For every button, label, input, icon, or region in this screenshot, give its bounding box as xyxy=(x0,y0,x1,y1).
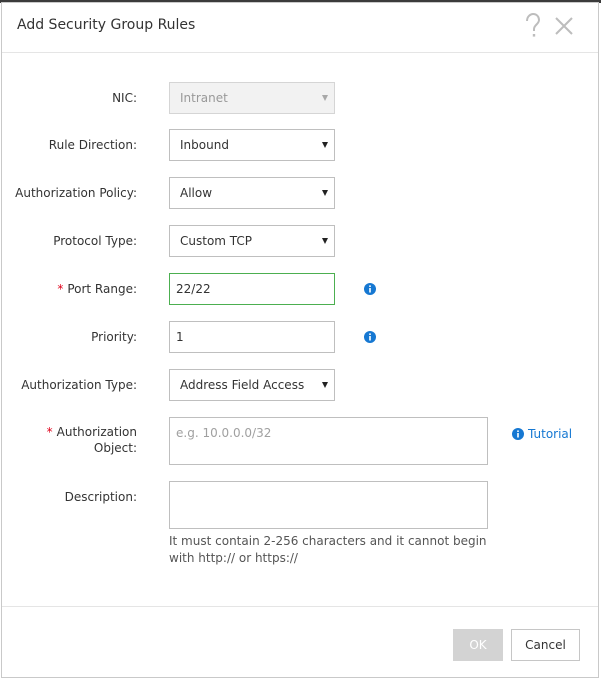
authorization-type-value: Address Field Access xyxy=(180,378,305,392)
nic-select: Intranet xyxy=(169,82,335,114)
authorization-policy-value: Allow xyxy=(180,186,213,200)
info-icon[interactable] xyxy=(364,331,376,343)
authorization-policy-select[interactable]: Allow xyxy=(169,177,335,209)
dialog-title: Add Security Group Rules xyxy=(17,17,196,33)
required-asterisk: * xyxy=(57,282,64,296)
info-icon xyxy=(512,428,524,440)
dialog-footer: OK Cancel xyxy=(2,606,598,679)
question-mark-icon[interactable] xyxy=(522,12,544,40)
priority-input[interactable]: 1 xyxy=(169,321,335,353)
port-range-value: 22/22 xyxy=(176,282,211,296)
nic-select-value: Intranet xyxy=(180,91,228,105)
priority-label: Priority: xyxy=(91,330,137,344)
description-hint: It must contain 2-256 characters and it … xyxy=(169,534,487,565)
description-label: Description: xyxy=(64,490,137,504)
rule-direction-label: Rule Direction: xyxy=(48,138,137,152)
tutorial-label: Tutorial xyxy=(528,427,573,441)
authorization-object-label-line2: Object: xyxy=(93,441,137,455)
authorization-object-label-line1: Authorization xyxy=(56,425,137,439)
port-range-label: Port Range: xyxy=(67,282,137,296)
authorization-type-select[interactable]: Address Field Access xyxy=(169,369,335,401)
cancel-button[interactable]: Cancel xyxy=(511,629,580,661)
rule-direction-value: Inbound xyxy=(180,138,229,152)
close-icon[interactable] xyxy=(554,16,574,36)
info-icon[interactable] xyxy=(364,283,376,295)
add-security-group-rules-dialog: Add Security Group Rules NIC: Intranet R… xyxy=(1,2,599,678)
authorization-type-label: Authorization Type: xyxy=(21,378,137,392)
description-textarea[interactable] xyxy=(169,481,488,529)
authorization-object-textarea[interactable]: e.g. 10.0.0.0/32 xyxy=(169,417,488,465)
port-range-input[interactable]: 22/22 xyxy=(169,273,335,305)
chevron-down-icon xyxy=(322,142,328,148)
nic-label: NIC: xyxy=(112,91,137,105)
protocol-type-select[interactable]: Custom TCP xyxy=(169,225,335,257)
chevron-down-icon xyxy=(322,190,328,196)
required-asterisk: * xyxy=(46,425,53,439)
authorization-policy-label: Authorization Policy: xyxy=(15,186,137,200)
authorization-object-label-group: * Authorization Object: xyxy=(0,424,137,456)
chevron-down-icon xyxy=(322,382,328,388)
chevron-down-icon xyxy=(322,238,328,244)
protocol-type-value: Custom TCP xyxy=(180,234,253,248)
chevron-down-icon xyxy=(322,95,328,101)
protocol-type-label: Protocol Type: xyxy=(53,234,137,248)
port-range-label-group: * Port Range: xyxy=(0,281,137,297)
priority-value: 1 xyxy=(176,330,184,344)
dialog-header: Add Security Group Rules xyxy=(2,3,598,53)
authorization-object-placeholder: e.g. 10.0.0.0/32 xyxy=(176,426,272,440)
rule-direction-select[interactable]: Inbound xyxy=(169,129,335,161)
ok-button[interactable]: OK xyxy=(453,629,503,661)
